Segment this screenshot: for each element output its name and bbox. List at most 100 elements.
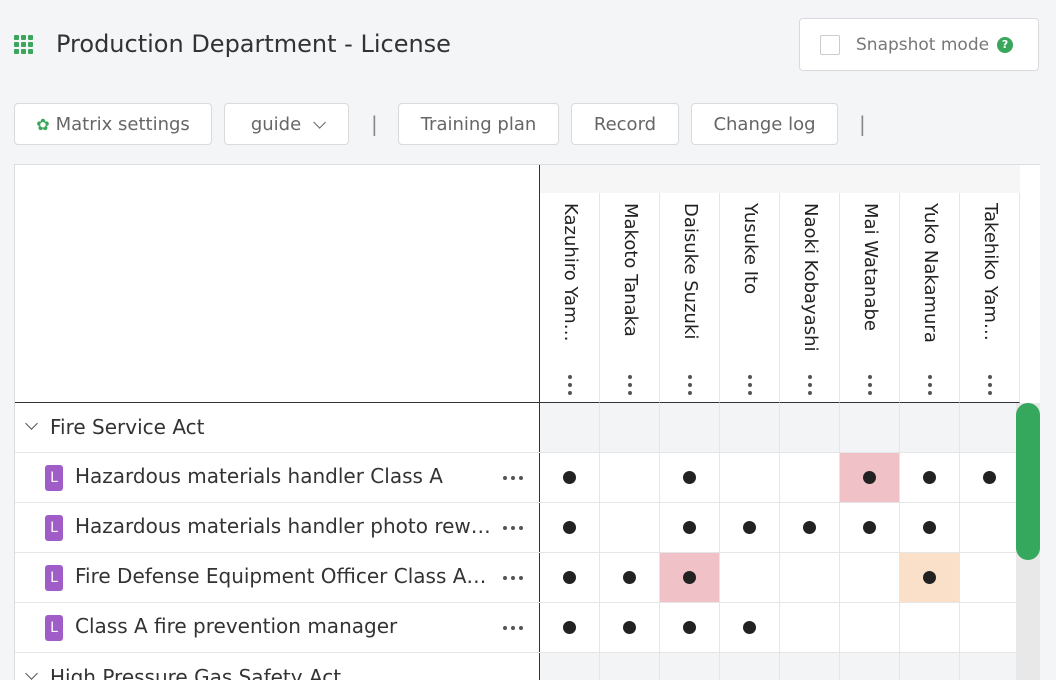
matrix-cell[interactable] [900, 653, 960, 680]
matrix-settings-button[interactable]: ✿ Matrix settings [14, 103, 212, 145]
column-header-person[interactable]: Yuko Nakamura [900, 165, 960, 403]
column-header-strip [720, 165, 780, 193]
matrix-cell[interactable] [840, 553, 900, 602]
help-icon[interactable]: ? [997, 36, 1014, 53]
qualified-mark [683, 521, 696, 534]
matrix-cell[interactable] [600, 653, 660, 680]
matrix-cell[interactable] [780, 603, 840, 652]
kebab-menu-icon[interactable] [806, 375, 814, 395]
kebab-menu-icon[interactable] [566, 375, 574, 395]
matrix-cell[interactable] [780, 503, 840, 552]
qualified-mark [983, 471, 996, 484]
skills-matrix: Kazuhiro Yam… Makoto Tanaka Daisuke Suzuki… [14, 164, 1040, 680]
more-options-icon[interactable] [503, 626, 523, 630]
more-options-icon[interactable] [503, 526, 523, 530]
qualified-mark [923, 471, 936, 484]
kebab-menu-icon[interactable] [866, 375, 874, 395]
row-header: L Fire Defense Equipment Officer Class A… [15, 553, 540, 602]
matrix-cell[interactable] [720, 553, 780, 602]
matrix-cell[interactable] [720, 403, 780, 452]
qualified-mark [563, 571, 576, 584]
guide-label: guide [250, 113, 302, 135]
matrix-cell[interactable] [780, 403, 840, 452]
column-header-person[interactable]: Kazuhiro Yam… [540, 165, 600, 403]
qualified-mark [803, 521, 816, 534]
matrix-cell[interactable] [780, 553, 840, 602]
matrix-cell[interactable] [600, 453, 660, 502]
matrix-cell[interactable] [780, 453, 840, 502]
table-row: L Class A fire prevention manager [15, 603, 1040, 653]
matrix-cell[interactable] [720, 603, 780, 652]
guide-dropdown-button[interactable]: guide [224, 103, 349, 145]
matrix-cell[interactable] [600, 503, 660, 552]
matrix-cell[interactable] [720, 503, 780, 552]
matrix-cell[interactable] [660, 503, 720, 552]
table-row: L Hazardous materials handler photo rew… [15, 503, 1040, 553]
kebab-menu-icon[interactable] [926, 375, 934, 395]
chevron-down-icon [313, 115, 327, 129]
matrix-cell[interactable] [900, 603, 960, 652]
license-item-label[interactable]: Hazardous materials handler photo rew… [75, 514, 495, 538]
kebab-menu-icon[interactable] [626, 375, 634, 395]
matrix-cell[interactable] [660, 453, 720, 502]
matrix-cell[interactable] [600, 603, 660, 652]
matrix-cell[interactable] [840, 453, 900, 502]
column-header-person[interactable]: Makoto Tanaka [600, 165, 660, 403]
matrix-cell[interactable] [960, 453, 1020, 502]
matrix-cell[interactable] [960, 653, 1020, 680]
matrix-cell[interactable] [900, 553, 960, 602]
kebab-menu-icon[interactable] [686, 375, 694, 395]
matrix-cell[interactable] [840, 403, 900, 452]
matrix-cell[interactable] [660, 653, 720, 680]
matrix-cell[interactable] [840, 503, 900, 552]
vertical-scrollbar-thumb[interactable] [1016, 403, 1040, 560]
chevron-down-icon[interactable] [25, 667, 38, 680]
matrix-cell[interactable] [600, 553, 660, 602]
table-row: L Hazardous materials handler Class A [15, 453, 1040, 503]
snapshot-mode-toggle[interactable]: Snapshot mode ? [799, 18, 1039, 71]
record-button[interactable]: Record [571, 103, 679, 145]
column-header-person[interactable]: Naoki Kobayashi [780, 165, 840, 403]
matrix-cell[interactable] [960, 603, 1020, 652]
kebab-menu-icon[interactable] [746, 375, 754, 395]
matrix-cell[interactable] [540, 503, 600, 552]
matrix-cell[interactable] [660, 553, 720, 602]
matrix-cell[interactable] [540, 453, 600, 502]
matrix-cell[interactable] [840, 603, 900, 652]
column-header-person[interactable]: Takehiko Yam… [960, 165, 1020, 403]
snapshot-mode-checkbox[interactable] [820, 34, 840, 55]
matrix-cell[interactable] [720, 653, 780, 680]
matrix-cell[interactable] [600, 403, 660, 452]
matrix-cell[interactable] [540, 553, 600, 602]
kebab-menu-icon[interactable] [986, 375, 994, 395]
matrix-cell[interactable] [900, 403, 960, 452]
more-options-icon[interactable] [503, 576, 523, 580]
more-options-icon[interactable] [503, 476, 523, 480]
matrix-cell[interactable] [960, 553, 1020, 602]
matrix-cell[interactable] [780, 653, 840, 680]
matrix-cell[interactable] [540, 403, 600, 452]
column-header-person[interactable]: Yusuke Ito [720, 165, 780, 403]
person-name: Daisuke Suzuki [680, 203, 701, 340]
matrix-cell[interactable] [960, 403, 1020, 452]
group-label: High Pressure Gas Safety Act [50, 665, 342, 680]
matrix-cell[interactable] [900, 503, 960, 552]
column-header-person[interactable]: Daisuke Suzuki [660, 165, 720, 403]
license-badge: L [45, 465, 63, 491]
change-log-button[interactable]: Change log [691, 103, 838, 145]
matrix-cell[interactable] [660, 603, 720, 652]
matrix-cell[interactable] [960, 503, 1020, 552]
column-header-person[interactable]: Mai Watanabe [840, 165, 900, 403]
matrix-cell[interactable] [900, 453, 960, 502]
person-name: Kazuhiro Yam… [560, 203, 581, 342]
matrix-cell[interactable] [540, 653, 600, 680]
license-item-label[interactable]: Hazardous materials handler Class A [75, 464, 495, 488]
matrix-cell[interactable] [540, 603, 600, 652]
license-item-label[interactable]: Fire Defense Equipment Officer Class A… [75, 564, 495, 588]
matrix-cell[interactable] [660, 403, 720, 452]
matrix-cell[interactable] [840, 653, 900, 680]
chevron-down-icon[interactable] [25, 417, 38, 430]
matrix-cell[interactable] [720, 453, 780, 502]
license-item-label[interactable]: Class A fire prevention manager [75, 614, 495, 638]
training-plan-button[interactable]: Training plan [398, 103, 559, 145]
